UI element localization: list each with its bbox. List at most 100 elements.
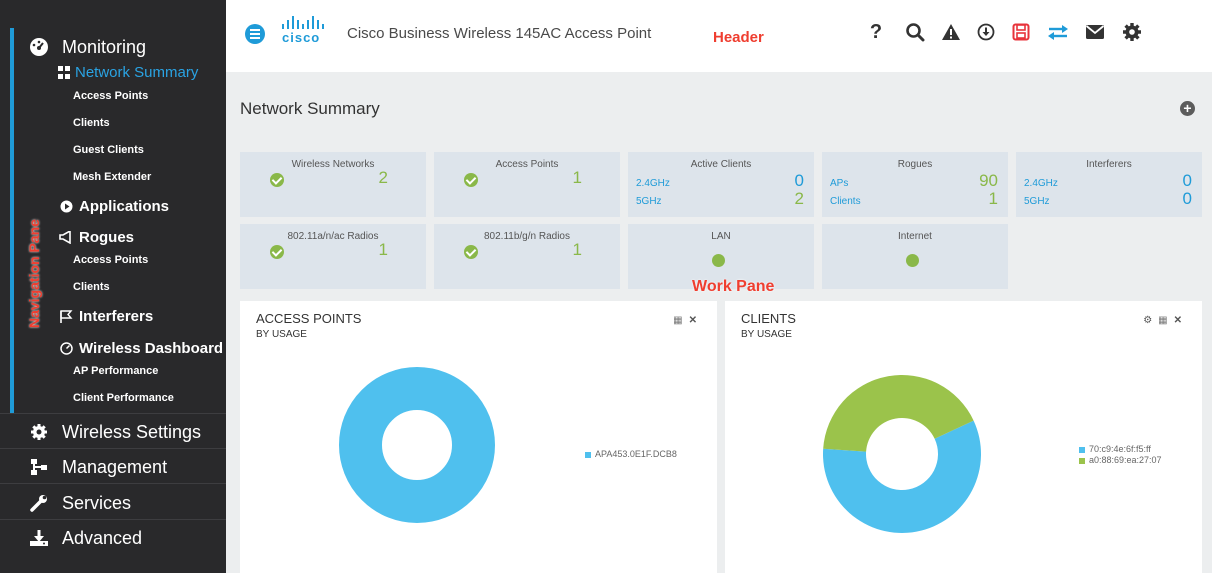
tile-title: Rogues [897,159,933,170]
download-icon[interactable] [974,20,998,44]
download-tray-icon [28,527,50,549]
nav-ns-access-points[interactable]: Access Points [73,90,148,102]
cisco-logo: cisco [282,16,342,45]
nav-services[interactable]: Services [28,492,131,514]
grid-icon [58,66,71,79]
clients-panel: CLIENTS BY USAGE ⚙ ▦ ✕ 70:c9:4e:6f:f5:ff… [725,301,1202,573]
nav-wireless-settings-label: Wireless Settings [62,421,202,442]
legend-swatch [585,451,591,458]
work-pane: Network Summary + Wireless Networks 2 Ac… [226,72,1212,573]
megaphone-icon [58,231,74,244]
nav-ns-mesh-extender[interactable]: Mesh Extender [73,171,151,183]
legend-item: a0:88:69:ea:27:07 [1079,455,1162,466]
access-points-panel: ACCESS POINTS BY USAGE ▦ ✕ APA453.0E1F.D… [240,301,717,573]
tile-value: 0 [1182,189,1192,208]
clients-donut-chart [823,375,981,533]
tile-key: 2.4GHz [636,178,670,189]
nav-network-summary[interactable]: Network Summary [58,64,198,81]
tile-key: 5GHz [1024,196,1050,207]
tile-radios-a[interactable]: 802.11a/n/ac Radios 1 [240,224,426,289]
check-circle-icon [464,173,478,187]
cisco-logo-text: cisco [282,30,321,45]
nav-wireless-settings[interactable]: Wireless Settings [28,421,201,443]
nav-monitoring[interactable]: Monitoring [28,36,146,58]
mail-icon[interactable] [1083,20,1107,44]
nav-divider [0,519,226,520]
tile-value: 1 [378,240,388,259]
nav-applications[interactable]: Applications [58,198,169,215]
transfer-icon[interactable] [1046,20,1070,44]
nav-rogues[interactable]: Rogues [58,229,134,246]
tile-internet[interactable]: Internet [822,224,1008,289]
tile-value: 1 [988,189,998,208]
add-widget-button[interactable]: + [1180,101,1195,116]
tile-key: Clients [830,196,861,207]
tile-value: 1 [572,240,582,259]
dashboard-gauge-icon [28,36,50,58]
wrench-icon [28,492,50,514]
legend-swatch [1079,457,1085,464]
tile-title: 802.11a/n/ac Radios [287,231,379,242]
nav-rogue-access-points[interactable]: Access Points [73,254,148,266]
tile-key: 2.4GHz [1024,178,1058,189]
legend-swatch [1079,446,1085,453]
nav-wireless-dashboard-label: Wireless Dashboard [79,340,224,357]
tile-title: Access Points [495,159,559,170]
tile-row: Clients 1 [830,189,998,209]
chart-legend: APA453.0E1F.DCB8 [585,449,677,460]
tile-value: 90 [979,171,998,190]
cisco-logo-bars [282,16,342,29]
tile-title: Wireless Networks [291,159,375,170]
play-circle-icon [58,200,74,213]
nav-interferers-label: Interferers [79,308,154,325]
nav-ns-guest-clients[interactable]: Guest Clients [73,144,144,156]
check-circle-icon [270,173,284,187]
dashboard-icon [58,342,74,355]
nav-monitoring-label: Monitoring [62,36,147,57]
access-points-donut-chart [339,367,495,523]
legend-label: APA453.0E1F.DCB8 [595,449,677,459]
nav-wireless-dashboard[interactable]: Wireless Dashboard [58,340,223,357]
check-circle-icon [464,245,478,259]
check-circle-icon [270,245,284,259]
tile-rogues[interactable]: Rogues APs 90 Clients 1 [822,152,1008,217]
nav-ap-performance[interactable]: AP Performance [73,365,158,377]
tile-wireless-networks[interactable]: Wireless Networks 2 [240,152,426,217]
legend-item: 70:c9:4e:6f:f5:ff [1079,444,1162,455]
tile-key: 5GHz [636,196,662,207]
tile-title: LAN [711,231,731,242]
sitemap-icon [28,456,50,478]
nav-network-summary-label: Network Summary [75,64,199,81]
status-dot [906,254,919,267]
tile-row: 2.4GHz 0 [636,171,804,191]
help-icon[interactable]: ? [864,20,888,44]
tile-interferers[interactable]: Interferers 2.4GHz 0 5GHz 0 [1016,152,1202,217]
tile-access-points[interactable]: Access Points 1 [434,152,620,217]
header-annotation: Header [713,29,764,46]
header: cisco Cisco Business Wireless 145AC Acce… [226,0,1212,72]
nav-rogues-label: Rogues [79,229,135,246]
nav-divider [0,413,226,414]
save-icon[interactable] [1009,20,1033,44]
alert-icon[interactable] [939,20,963,44]
nav-management[interactable]: Management [28,456,167,478]
nav-divider [0,483,226,484]
search-icon[interactable] [903,20,927,44]
nav-rogue-clients[interactable]: Clients [73,281,110,293]
gear-icon[interactable] [1120,20,1144,44]
nav-interferers[interactable]: Interferers [58,308,153,325]
tile-active-clients[interactable]: Active Clients 2.4GHz 0 5GHz 2 [628,152,814,217]
tile-value: 2 [794,189,804,208]
tile-title: Interferers [1086,159,1132,170]
work-pane-annotation: Work Pane [692,278,775,295]
tile-radios-b[interactable]: 802.11b/g/n Radios 1 [434,224,620,289]
app-title: Cisco Business Wireless 145AC Access Poi… [347,25,652,42]
nav-client-performance[interactable]: Client Performance [73,392,174,404]
tile-row: 2.4GHz 0 [1024,171,1192,191]
tile-value: 2 [378,168,388,187]
donut-slice-1[interactable] [339,367,495,523]
nav-advanced[interactable]: Advanced [28,527,142,549]
menu-icon[interactable] [245,24,265,44]
nav-ns-clients[interactable]: Clients [73,117,110,129]
page-title: Network Summary [240,99,380,118]
